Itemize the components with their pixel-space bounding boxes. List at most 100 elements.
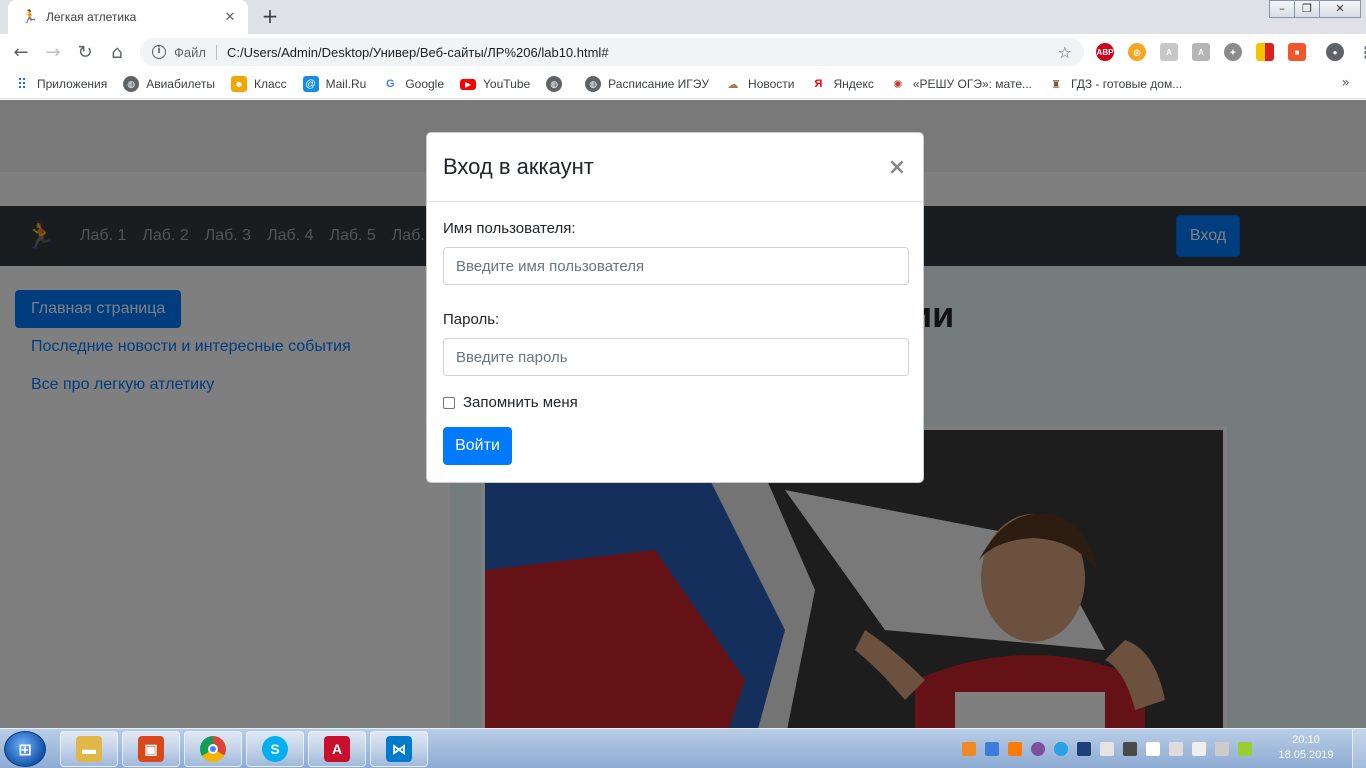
bookmark-label: Mail.Ru bbox=[325, 77, 367, 91]
bookmark-reshu-oge[interactable]: ✺ «РЕШУ ОГЭ»: мате... bbox=[890, 76, 1032, 92]
scheme-label: Файл bbox=[174, 44, 217, 60]
folder-icon: ▬ bbox=[76, 736, 102, 762]
volume-icon[interactable] bbox=[1192, 742, 1206, 756]
globe-icon: ◍ bbox=[546, 76, 563, 92]
bookmark-youtube[interactable]: ▶ YouTube bbox=[460, 77, 530, 91]
chrome-icon bbox=[200, 736, 226, 762]
extension-office-icon[interactable]: ■ bbox=[1288, 43, 1306, 61]
start-button[interactable]: ⊞ bbox=[4, 731, 46, 767]
bookmark-globe[interactable]: ◍ bbox=[546, 76, 569, 92]
bookmark-google[interactable]: G Google bbox=[382, 76, 444, 92]
login-modal: Вход в аккаунт × Имя пользователя: Парол… bbox=[426, 132, 924, 483]
tray-app-icon[interactable] bbox=[1238, 742, 1252, 756]
bookmark-gdz[interactable]: ♜ ГДЗ - готовые дом... bbox=[1048, 76, 1182, 92]
restore-button[interactable]: ❐ bbox=[1294, 0, 1320, 18]
bookmark-label: Расписание ИГЭУ bbox=[608, 77, 710, 91]
home-button[interactable]: ⌂ bbox=[101, 36, 133, 68]
bookmark-label: Яндекс bbox=[833, 77, 874, 91]
forward-button[interactable]: → bbox=[37, 36, 69, 68]
tray-app-icon[interactable] bbox=[1054, 742, 1068, 756]
adblock-icon[interactable]: ABP bbox=[1096, 43, 1114, 61]
clock-time: 20:10 bbox=[1292, 734, 1320, 746]
modal-title: Вход в аккаунт bbox=[443, 154, 594, 179]
bookmark-label: «РЕШУ ОГЭ»: мате... bbox=[912, 77, 1032, 91]
tray-app-icon[interactable] bbox=[1100, 742, 1114, 756]
close-icon[interactable]: × bbox=[887, 155, 907, 180]
classmates-icon: ☻ bbox=[230, 76, 247, 92]
bookmark-label: Новости bbox=[748, 77, 795, 91]
extension-acrobat-icon[interactable]: A bbox=[1160, 43, 1178, 61]
bluetooth-icon[interactable] bbox=[1077, 742, 1091, 756]
bookmark-label: Класс bbox=[253, 77, 287, 91]
taskbar-acrobat[interactable]: A bbox=[308, 731, 366, 767]
yandex-icon: Я bbox=[814, 78, 823, 90]
username-label: Имя пользователя: bbox=[443, 220, 576, 237]
bookmark-aviabilety[interactable]: ◍ Авиабилеты bbox=[123, 76, 215, 92]
new-tab-button[interactable]: + bbox=[258, 5, 282, 29]
bookmark-mailru[interactable]: @ Mail.Ru bbox=[302, 76, 367, 92]
bookmark-klass[interactable]: ☻ Класс bbox=[230, 76, 287, 92]
reload-button[interactable]: ↻ bbox=[69, 36, 101, 68]
password-label: Пароль: bbox=[443, 311, 500, 328]
youtube-icon: ▶ bbox=[460, 78, 477, 90]
minimize-button[interactable]: – bbox=[1269, 0, 1295, 18]
more-bookmarks-icon[interactable]: » bbox=[1341, 75, 1350, 91]
clock-date: 18.05.2019 bbox=[1278, 749, 1334, 761]
bookmark-yandex[interactable]: Я Яндекс bbox=[811, 76, 874, 92]
monitor-icon[interactable] bbox=[1123, 742, 1137, 756]
runner-favicon-icon: 🏃 bbox=[21, 9, 39, 25]
bookmark-label: Google bbox=[405, 77, 445, 91]
bookmark-label: Приложения bbox=[37, 77, 108, 91]
bookmark-star-icon[interactable]: ☆ bbox=[1058, 43, 1072, 62]
bookmark-apps[interactable]: ⠿ Приложения bbox=[14, 76, 107, 92]
network-icon[interactable] bbox=[1169, 742, 1183, 756]
extension-gear-icon[interactable]: ✦ bbox=[1224, 43, 1242, 61]
tray-app-icon[interactable] bbox=[1215, 742, 1229, 756]
extension-compass-icon[interactable]: ◎ bbox=[1128, 43, 1146, 61]
taskbar-skype[interactable]: S bbox=[246, 731, 304, 767]
bookmark-label: Авиабилеты bbox=[146, 77, 215, 91]
info-icon[interactable]: i bbox=[152, 45, 166, 59]
tab-strip: 🏃 Легкая атлетика ✕ + – ❐ ✕ bbox=[0, 0, 1366, 34]
clock[interactable]: 20:10 18.05.2019 bbox=[1276, 733, 1336, 763]
remember-me-checkbox[interactable] bbox=[443, 396, 455, 409]
apps-icon: ⠿ bbox=[16, 75, 28, 92]
gdz-icon: ♜ bbox=[1051, 78, 1061, 91]
address-bar[interactable]: i Файл C:/Users/Admin/Desktop/Универ/Веб… bbox=[140, 38, 1084, 66]
mailru-icon: @ bbox=[302, 76, 319, 92]
globe-icon: ◍ bbox=[585, 76, 602, 92]
taskbar-chrome[interactable] bbox=[184, 731, 242, 767]
submit-button[interactable]: Войти bbox=[443, 427, 512, 465]
acrobat-icon: A bbox=[324, 736, 350, 762]
profile-avatar-icon[interactable]: ● bbox=[1326, 43, 1344, 61]
browser-tab[interactable]: 🏃 Легкая атлетика ✕ bbox=[8, 0, 248, 34]
tray-app-icon[interactable] bbox=[985, 742, 999, 756]
tab-close-icon[interactable]: ✕ bbox=[222, 10, 238, 25]
password-input[interactable] bbox=[443, 338, 909, 376]
vscode-icon: ⋈ bbox=[386, 736, 412, 762]
flag-icon[interactable] bbox=[1146, 742, 1160, 756]
show-desktop-button[interactable] bbox=[1352, 729, 1366, 768]
taskbar-explorer[interactable]: ▬ bbox=[60, 731, 118, 767]
url-text[interactable]: C:/Users/Admin/Desktop/Универ/Веб-сайты/… bbox=[227, 45, 1058, 60]
viber-icon[interactable] bbox=[1031, 742, 1045, 756]
close-window-button[interactable]: ✕ bbox=[1319, 0, 1361, 18]
extension-bookmark-icon[interactable] bbox=[1256, 43, 1274, 61]
extension-pdf-icon[interactable]: A bbox=[1192, 43, 1210, 61]
window-controls: – ❐ ✕ bbox=[1269, 0, 1361, 18]
bookmark-raspisanie[interactable]: ◍ Расписание ИГЭУ bbox=[585, 76, 709, 92]
menu-dots-icon[interactable]: ⋮ bbox=[1358, 43, 1366, 62]
bookmark-novosti[interactable]: ☁ Новости bbox=[725, 76, 795, 92]
taskbar-vscode[interactable]: ⋈ bbox=[370, 731, 428, 767]
tray-app-icon[interactable] bbox=[1008, 742, 1022, 756]
taskbar-media[interactable]: ▣ bbox=[122, 731, 180, 767]
modal-body: Имя пользователя: Пароль: Запомнить меня… bbox=[427, 202, 923, 483]
back-button[interactable]: ← bbox=[5, 36, 37, 68]
username-input[interactable] bbox=[443, 247, 909, 285]
extensions-bar: ABP ◎ A A ✦ ■ ● ⋮ bbox=[1096, 40, 1366, 64]
system-tray bbox=[962, 739, 1261, 759]
remember-me-label[interactable]: Запомнить меня bbox=[463, 394, 578, 411]
tray-app-icon[interactable] bbox=[962, 742, 976, 756]
reshu-icon: ✺ bbox=[893, 78, 903, 91]
news-icon: ☁ bbox=[727, 78, 739, 91]
